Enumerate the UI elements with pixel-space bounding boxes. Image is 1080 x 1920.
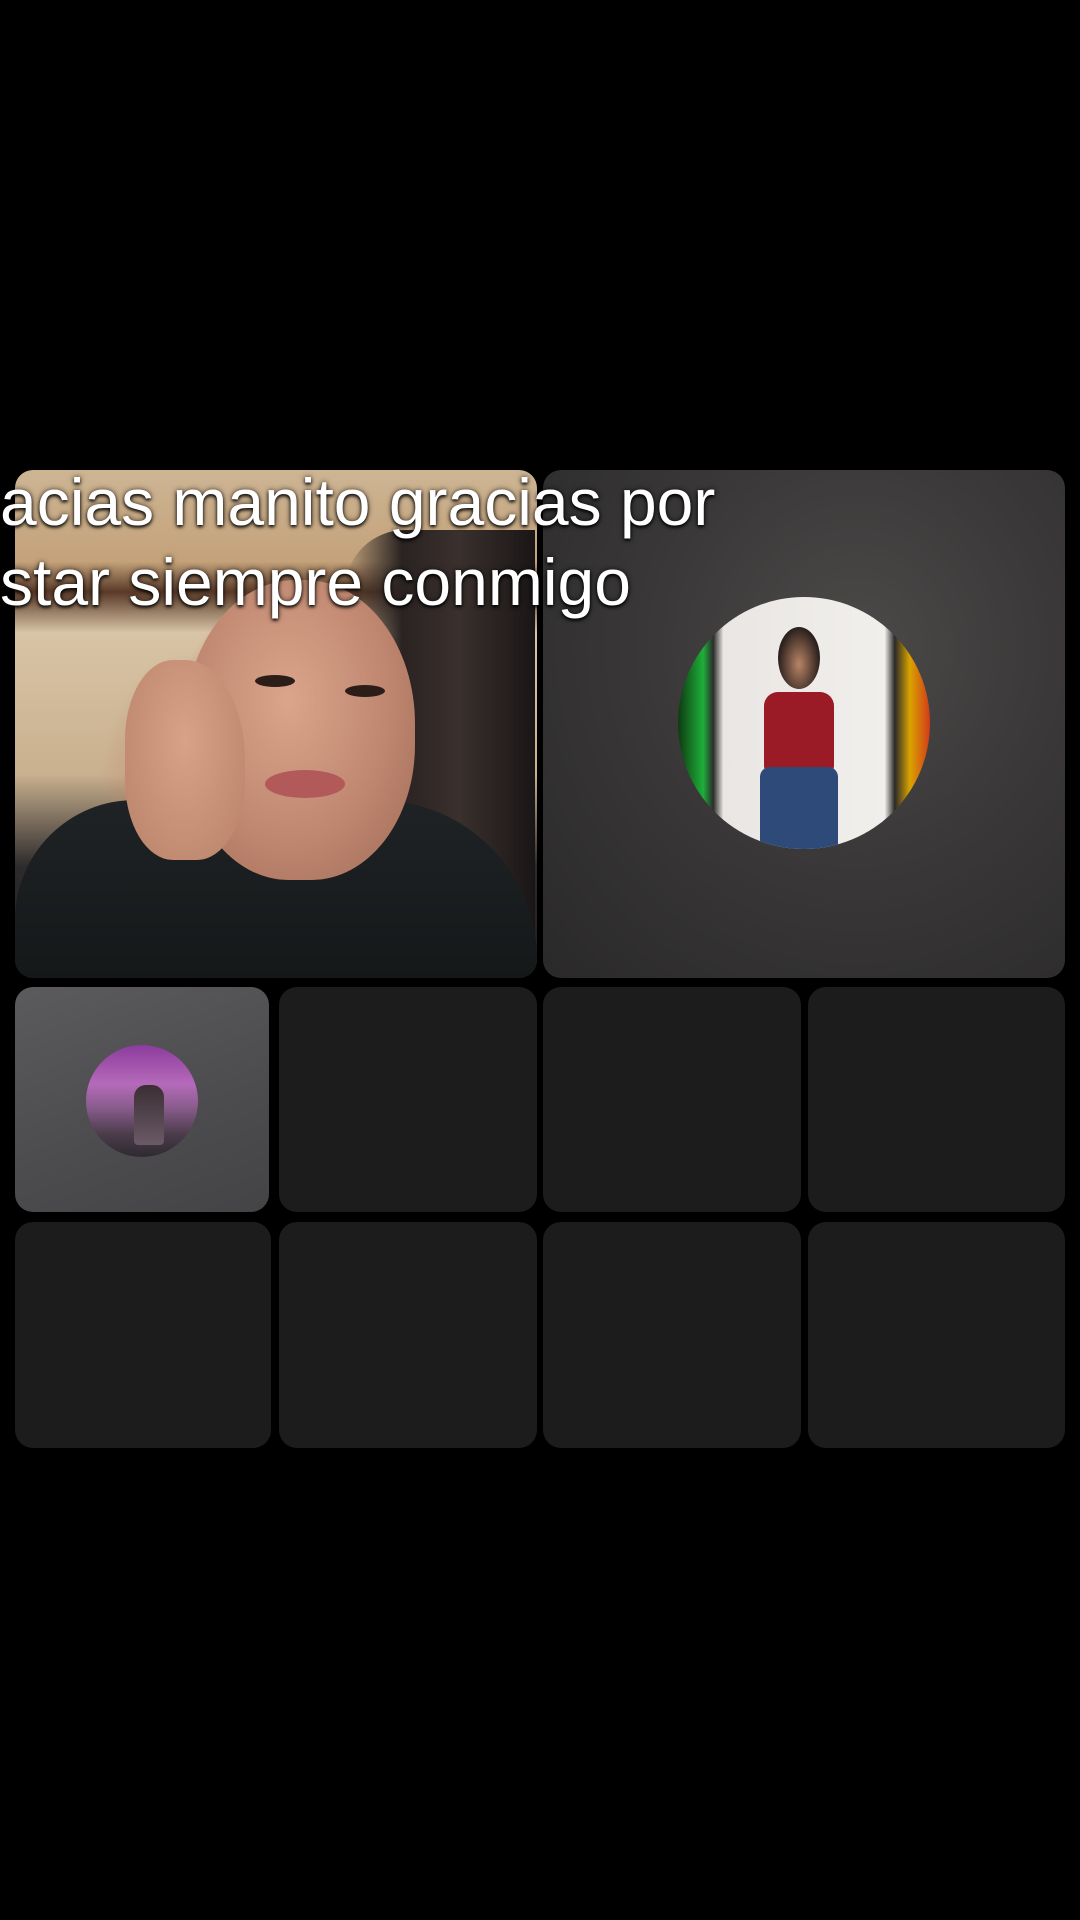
guest-avatar[interactable] (678, 597, 930, 849)
guest-avatar-top (764, 692, 834, 772)
seat-avatar-figure (134, 1085, 164, 1145)
live-room-stage: acias manito gracias por star siempre co… (0, 0, 1080, 1920)
empty-seat-tile[interactable] (808, 1222, 1065, 1448)
empty-seat-tile[interactable] (279, 1222, 537, 1448)
guest-seat-tile[interactable] (543, 470, 1065, 978)
seat-avatar[interactable] (86, 1045, 198, 1157)
seat-tile-occupied[interactable] (15, 987, 269, 1212)
guest-avatar-legs (760, 767, 838, 849)
empty-seat-tile[interactable] (15, 1222, 271, 1448)
guest-avatar-head (778, 627, 820, 689)
empty-seat-tile[interactable] (279, 987, 537, 1212)
host-video-eye (345, 685, 385, 697)
empty-seat-tile[interactable] (808, 987, 1065, 1212)
empty-seat-tile[interactable] (543, 1222, 801, 1448)
host-video-hand (125, 660, 245, 860)
empty-seat-tile[interactable] (543, 987, 801, 1212)
host-video-tile[interactable] (15, 470, 537, 978)
host-video-lips (265, 770, 345, 798)
host-video-eye (255, 675, 295, 687)
